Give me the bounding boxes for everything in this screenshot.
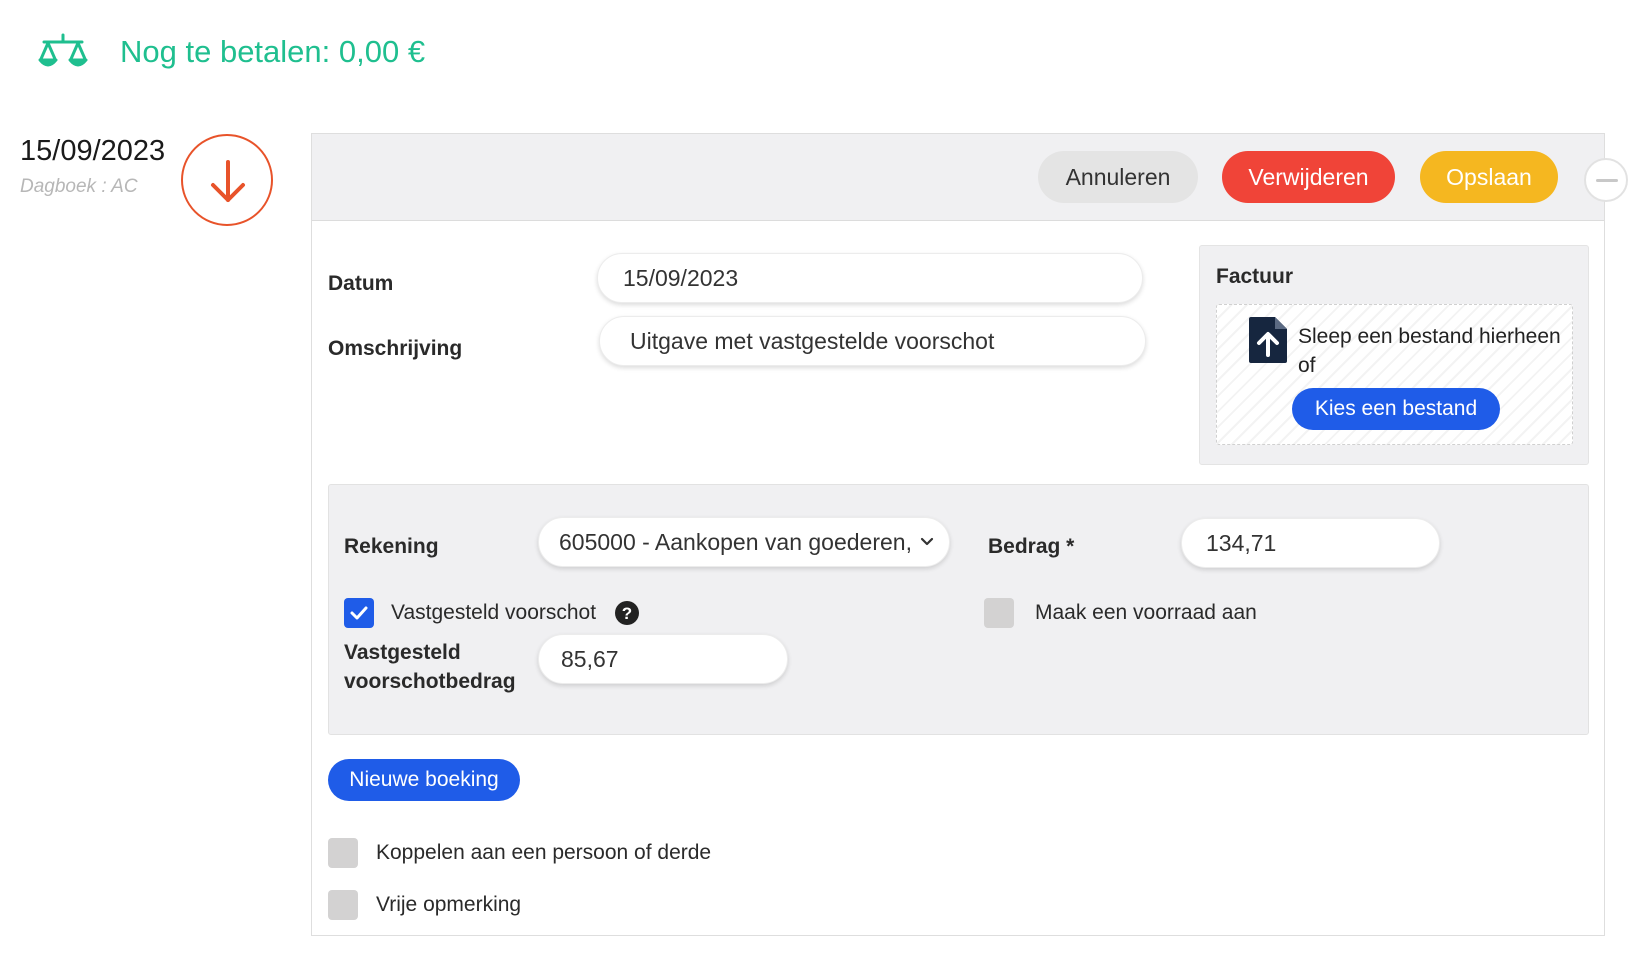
omschrijving-input[interactable]: Uitgave met vastgestelde voorschot xyxy=(599,316,1146,366)
factuur-title: Factuur xyxy=(1216,265,1294,288)
omschrijving-label: Omschrijving xyxy=(328,337,463,360)
koppelen-label: Koppelen aan een persoon of derde xyxy=(376,841,712,864)
vrije-opmerking-checkbox[interactable] xyxy=(328,890,358,920)
vrije-opmerking-label: Vrije opmerking xyxy=(376,893,522,916)
save-button[interactable]: Opslaan xyxy=(1420,151,1558,203)
expense-direction-badge xyxy=(181,134,273,226)
delete-button[interactable]: Verwijderen xyxy=(1222,151,1395,203)
rekening-selected-value: 605000 - Aankopen van goederen, xyxy=(559,529,912,555)
file-upload-icon xyxy=(1247,315,1289,365)
voorraad-checkbox[interactable] xyxy=(984,598,1014,628)
help-icon[interactable]: ? xyxy=(614,600,640,626)
cancel-button[interactable]: Annuleren xyxy=(1038,151,1198,203)
svg-text:?: ? xyxy=(622,604,632,623)
arrow-down-icon xyxy=(211,160,245,202)
balance-remaining: Nog te betalen: 0,00 € xyxy=(120,34,426,69)
vastgesteld-voorschot-checkbox[interactable] xyxy=(344,598,374,628)
voorschotbedrag-label-line1: Vastgesteld xyxy=(344,641,461,664)
koppelen-checkbox[interactable] xyxy=(328,838,358,868)
rekening-label: Rekening xyxy=(344,535,439,558)
chevron-down-icon xyxy=(919,518,935,566)
bedrag-label: Bedrag * xyxy=(988,535,1075,558)
voorschotbedrag-label: Vastgesteld voorschotbedrag xyxy=(344,638,516,696)
journal-label: Dagboek : AC xyxy=(20,176,138,197)
voorschotbedrag-label-line2: voorschotbedrag xyxy=(344,670,516,693)
vastgesteld-voorschot-label: Vastgesteld voorschot xyxy=(391,601,597,624)
card-toolbar xyxy=(312,134,1604,221)
datum-input[interactable]: 15/09/2023 xyxy=(597,253,1143,303)
check-icon xyxy=(350,606,368,620)
entry-date: 15/09/2023 xyxy=(20,135,166,167)
balance-scale-icon xyxy=(38,32,88,72)
collapse-button[interactable] xyxy=(1584,158,1628,202)
rekening-select[interactable]: 605000 - Aankopen van goederen, xyxy=(538,517,950,567)
datum-label: Datum xyxy=(328,272,394,295)
dropzone-text: Sleep een bestand hierheen of xyxy=(1298,325,1561,377)
new-booking-button[interactable]: Nieuwe boeking xyxy=(328,759,520,801)
voorraad-label: Maak een voorraad aan xyxy=(1035,601,1257,624)
bedrag-input[interactable]: 134,71 xyxy=(1181,518,1440,568)
choose-file-button[interactable]: Kies een bestand xyxy=(1292,388,1500,430)
voorschotbedrag-input[interactable]: 85,67 xyxy=(538,634,788,684)
